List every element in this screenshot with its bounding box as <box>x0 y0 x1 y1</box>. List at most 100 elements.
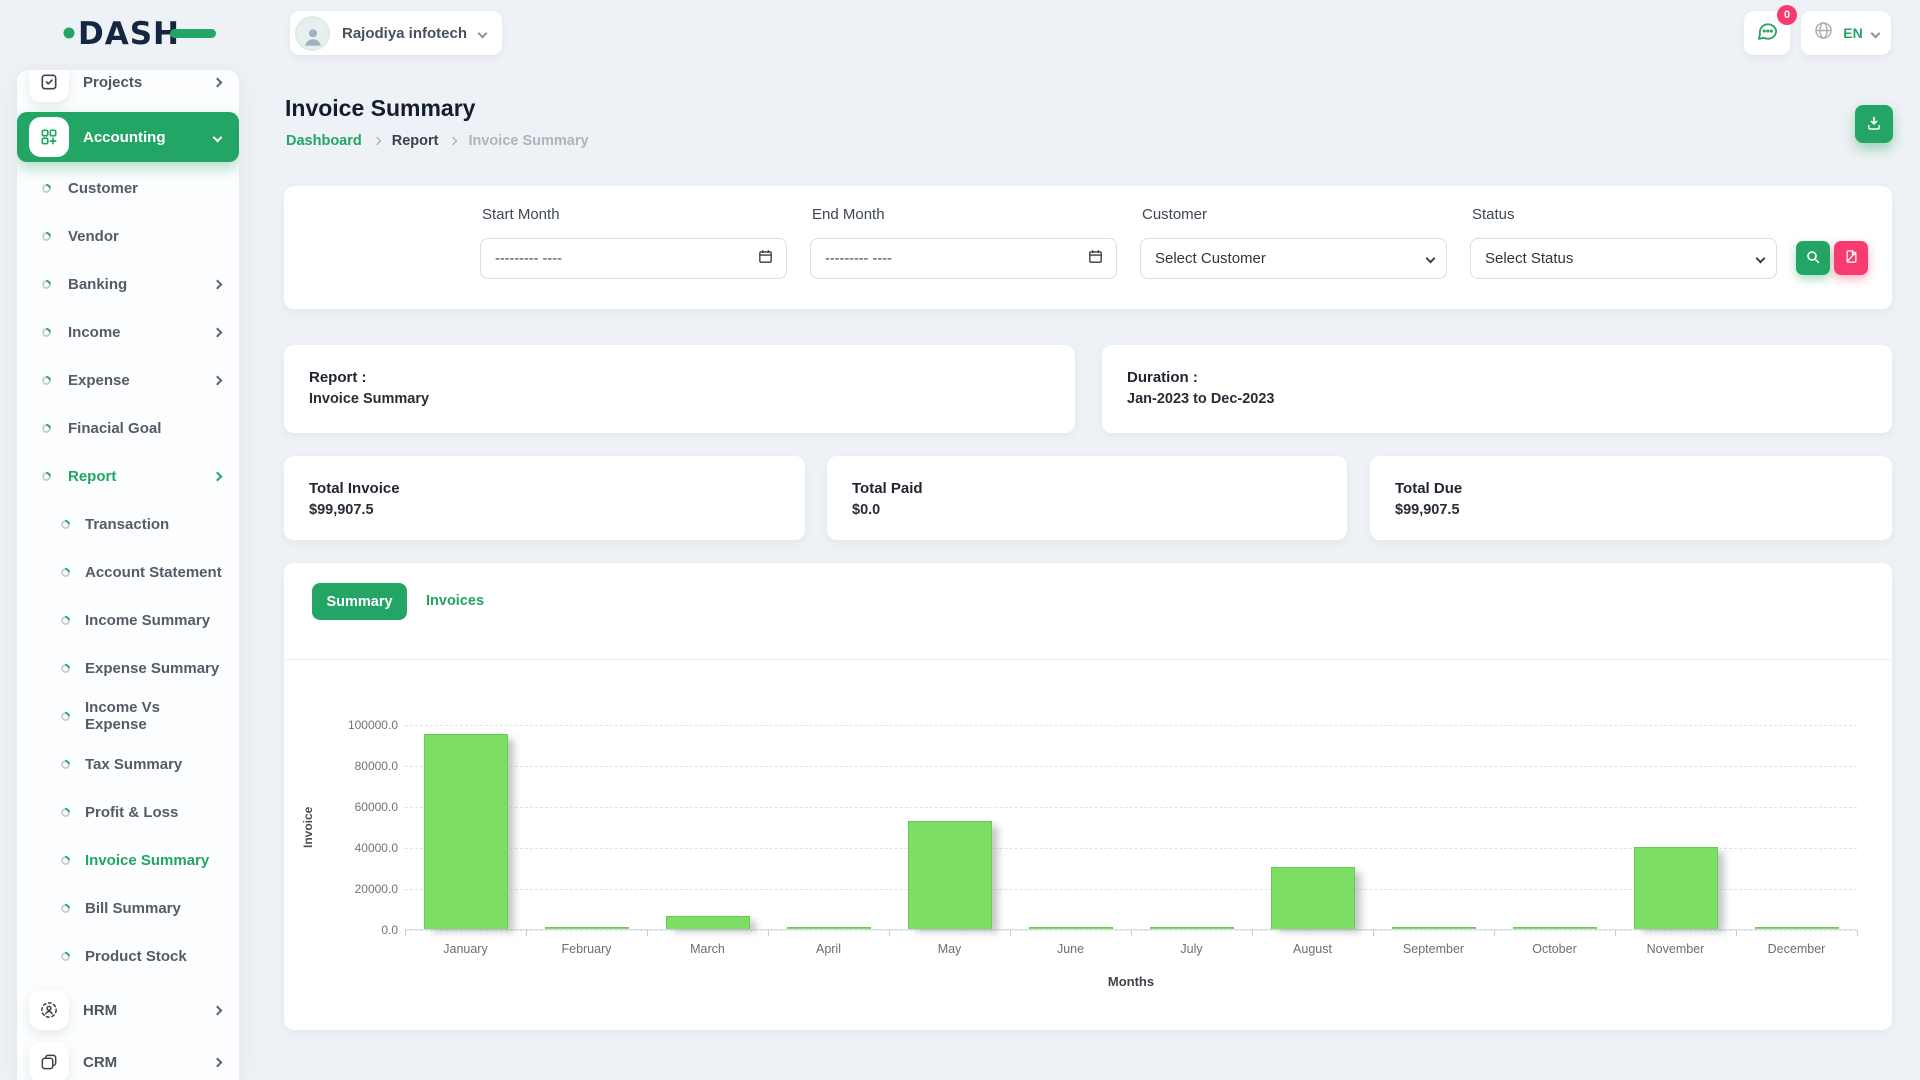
y-tick-label: 40000.0 <box>314 841 398 855</box>
sidebar-item-banking[interactable]: Banking <box>17 260 239 308</box>
company-name: Rajodiya infotech <box>342 25 467 42</box>
bullet-icon <box>40 230 53 243</box>
file-x-icon <box>1844 249 1859 267</box>
sidebar-item-label: Profit & Loss <box>85 804 178 821</box>
x-tick-label: February <box>526 942 647 956</box>
sidebar-item-income[interactable]: Income <box>17 308 239 356</box>
axis-tick <box>1615 930 1616 936</box>
bullet-icon <box>59 566 72 579</box>
company-selector[interactable]: Rajodiya infotech <box>290 11 502 55</box>
overlap-squares-icon <box>29 1042 69 1080</box>
status-select[interactable]: Select Status <box>1470 238 1777 279</box>
tab-summary[interactable]: Summary <box>312 583 407 620</box>
x-tick-label: March <box>647 942 768 956</box>
bullet-icon <box>40 326 53 339</box>
bullet-icon <box>59 518 72 531</box>
axis-tick <box>647 930 648 936</box>
chevron-right-icon <box>449 137 457 145</box>
sidebar-item-invoice-summary[interactable]: Invoice Summary <box>17 836 239 884</box>
bar-february <box>545 927 629 929</box>
breadcrumb-dashboard[interactable]: Dashboard <box>286 133 362 149</box>
language-code: EN <box>1843 25 1862 41</box>
axis-tick <box>1494 930 1495 936</box>
bar-october <box>1513 927 1597 929</box>
sidebar-item-tax-summary[interactable]: Tax Summary <box>17 740 239 788</box>
customer-label: Customer <box>1142 206 1207 223</box>
user-focus-icon <box>29 990 69 1030</box>
sidebar-item-product-stock[interactable]: Product Stock <box>17 932 239 980</box>
breadcrumb-report[interactable]: Report <box>392 133 439 149</box>
sidebar-item-expense[interactable]: Expense <box>17 356 239 404</box>
sidebar-item-transaction[interactable]: Transaction <box>17 500 239 548</box>
sidebar-item-accounting[interactable]: Accounting <box>17 112 239 162</box>
stat-value: $0.0 <box>852 502 880 518</box>
language-selector[interactable]: EN <box>1801 11 1891 55</box>
filter-panel: Start Month --------- ---- End Month ---… <box>284 186 1892 309</box>
sidebar: Projects Accounting Customer VendorBankin… <box>17 70 239 1080</box>
sidebar-item-bill-summary[interactable]: Bill Summary <box>17 884 239 932</box>
bullet-icon <box>59 902 72 915</box>
logo-text: DASH <box>78 16 180 52</box>
sidebar-item-income-vs-expense[interactable]: Income Vs Expense <box>17 692 239 740</box>
axis-tick <box>768 930 769 936</box>
sidebar-item-projects[interactable]: Projects <box>17 70 239 106</box>
axis-tick <box>1252 930 1253 936</box>
chevron-right-icon <box>213 77 223 87</box>
start-month-input[interactable]: --------- ---- <box>480 238 787 279</box>
sidebar-item-label: CRM <box>83 1054 117 1071</box>
stat-label: Total Paid <box>852 480 923 497</box>
bar-slot <box>1494 725 1615 929</box>
user-avatar <box>295 16 330 51</box>
bullet-icon <box>59 854 72 867</box>
start-month-label: Start Month <box>482 206 560 223</box>
bar-july <box>1150 927 1234 929</box>
customer-select[interactable]: Select Customer <box>1140 238 1447 279</box>
page-title: Invoice Summary <box>285 95 475 122</box>
download-button[interactable] <box>1855 105 1893 143</box>
x-tick-label: April <box>768 942 889 956</box>
search-button[interactable] <box>1796 241 1830 275</box>
chevron-right-icon <box>373 137 381 145</box>
bullet-icon <box>40 278 53 291</box>
axis-tick <box>889 930 890 936</box>
sidebar-item-income-summary[interactable]: Income Summary <box>17 596 239 644</box>
customer-select-value: Select Customer <box>1155 250 1427 267</box>
bullet-icon <box>59 662 72 675</box>
sidebar-item-label: Bill Summary <box>85 900 181 917</box>
x-axis-title: Months <box>405 974 1857 989</box>
calendar-icon <box>1087 248 1104 269</box>
tab-invoices[interactable]: Invoices <box>426 583 484 620</box>
chevron-down-icon <box>478 28 488 38</box>
x-tick-label: October <box>1494 942 1615 956</box>
app-logo[interactable]: DASH <box>62 12 222 54</box>
bar-january <box>424 734 508 929</box>
total-due-card: Total Due $99,907.5 <box>1370 456 1892 540</box>
sidebar-item-label: Expense <box>68 372 130 389</box>
invoice-bar-chart: Invoice 0.020000.040000.060000.080000.01… <box>284 659 1892 1030</box>
sidebar-item-finacial-goal[interactable]: Finacial Goal <box>17 404 239 452</box>
sidebar-item-crm[interactable]: CRM <box>17 1036 239 1080</box>
bar-march <box>666 916 750 929</box>
chevron-right-icon <box>213 327 223 337</box>
chevron-down-icon <box>1426 254 1436 264</box>
globe-icon <box>1813 20 1834 46</box>
sidebar-item-profit-loss[interactable]: Profit & Loss <box>17 788 239 836</box>
bullet-icon <box>40 374 53 387</box>
bar-slot <box>889 725 1010 929</box>
bullet-icon <box>59 614 72 627</box>
bar-slot <box>1252 725 1373 929</box>
end-month-input[interactable]: --------- ---- <box>810 238 1117 279</box>
sidebar-item-account-statement[interactable]: Account Statement <box>17 548 239 596</box>
sidebar-item-report[interactable]: Report <box>17 452 239 500</box>
duration-card-value: Jan-2023 to Dec-2023 <box>1127 391 1275 407</box>
sidebar-item-label: Customer <box>68 180 138 197</box>
reset-button[interactable] <box>1834 241 1868 275</box>
sidebar-item-expense-summary[interactable]: Expense Summary <box>17 644 239 692</box>
sidebar-item-vendor[interactable]: Vendor <box>17 212 239 260</box>
bar-slot <box>1131 725 1252 929</box>
bar-december <box>1755 927 1839 929</box>
sidebar-item-customer[interactable]: Customer <box>17 164 239 212</box>
bar-slot <box>1373 725 1494 929</box>
messages-button[interactable]: 0 <box>1744 11 1790 55</box>
sidebar-item-hrm[interactable]: HRM <box>17 984 239 1036</box>
